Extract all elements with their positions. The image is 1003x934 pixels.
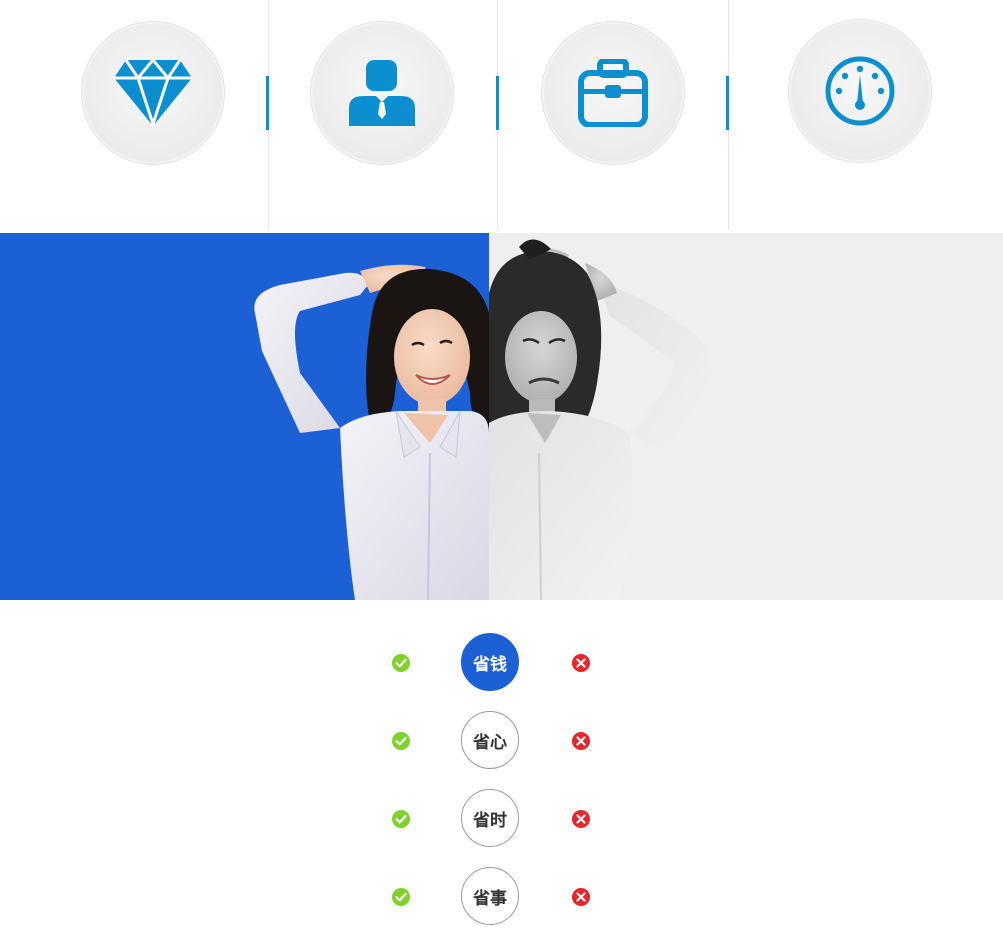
comparison-row: 省钱 — [0, 631, 1003, 695]
feature-businessman — [311, 22, 453, 164]
benefit-save-worry[interactable]: 省心 — [461, 711, 519, 769]
check-icon — [392, 810, 410, 828]
column-accent-bar — [726, 76, 729, 130]
column-accent-bar — [496, 76, 499, 130]
comparison-banner — [0, 233, 1003, 600]
banner-happy-panel — [0, 233, 489, 600]
stressed-woman-photo — [489, 239, 712, 600]
cross-icon — [572, 654, 590, 672]
benefit-save-money[interactable]: 省钱 — [461, 633, 519, 691]
comparison-list: 省钱 省心 省时 省事 — [0, 600, 1003, 934]
cross-icon — [572, 888, 590, 906]
feature-icon-strip — [0, 0, 1003, 232]
feature-diamond — [82, 22, 224, 164]
feature-briefcase — [542, 22, 684, 164]
diamond-icon — [112, 58, 194, 128]
check-icon — [392, 654, 410, 672]
cross-icon — [572, 732, 590, 750]
businessman-icon — [347, 58, 417, 128]
check-icon — [392, 732, 410, 750]
benefit-save-time[interactable]: 省时 — [461, 789, 519, 847]
benefit-save-effort[interactable]: 省事 — [461, 867, 519, 925]
speedometer-icon — [824, 55, 896, 127]
cross-icon — [572, 810, 590, 828]
feature-speedometer — [789, 20, 931, 162]
check-icon — [392, 888, 410, 906]
column-accent-bar — [266, 76, 269, 130]
banner-stressed-panel — [489, 233, 1003, 600]
happy-woman-photo — [254, 264, 489, 600]
comparison-row: 省时 — [0, 787, 1003, 851]
comparison-row: 省事 — [0, 865, 1003, 929]
briefcase-icon — [578, 59, 648, 127]
comparison-row: 省心 — [0, 709, 1003, 773]
